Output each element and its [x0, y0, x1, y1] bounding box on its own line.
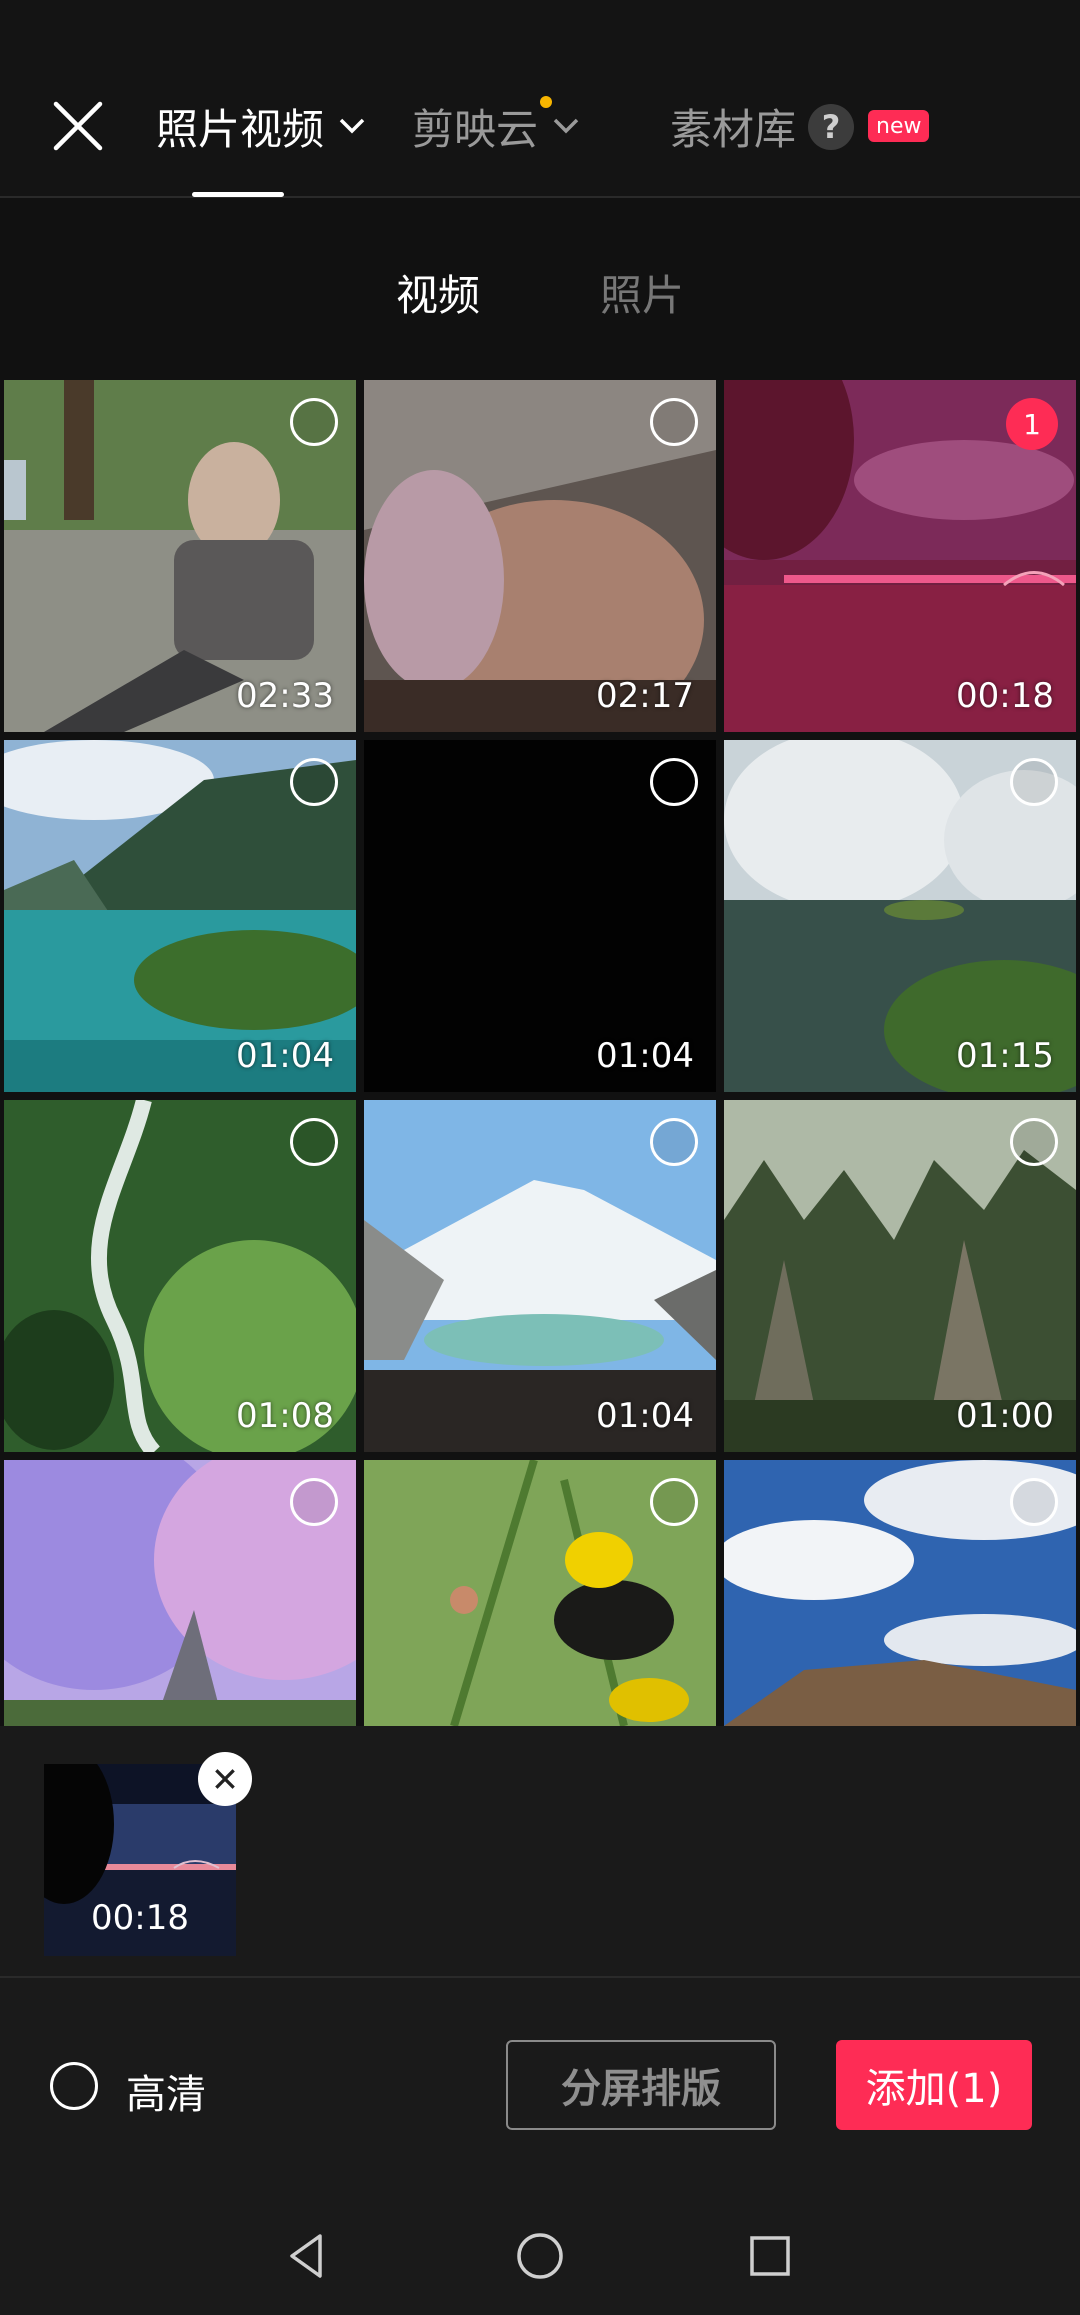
hd-label: 高清	[126, 2072, 206, 2118]
media-tile[interactable]: 1 00:18	[724, 380, 1076, 732]
video-duration: 01:00	[956, 1396, 1054, 1436]
add-button[interactable]: 添加(1)	[836, 2040, 1032, 2130]
select-circle[interactable]	[650, 1118, 698, 1166]
close-icon	[215, 1769, 235, 1789]
media-tile[interactable]: 02:17	[364, 380, 716, 732]
chevron-down-icon	[339, 118, 365, 134]
select-circle[interactable]	[290, 1478, 338, 1526]
video-duration: 02:17	[596, 676, 694, 716]
video-duration: 01:08	[236, 1396, 334, 1436]
bottom-bar: 高清 分屏排版 添加(1)	[0, 1978, 1080, 2315]
system-nav-bar	[0, 2206, 1080, 2296]
media-tile[interactable]: 01:04	[4, 740, 356, 1092]
media-tile[interactable]	[364, 1460, 716, 1726]
video-duration: 00:18	[91, 1898, 189, 1938]
active-tab-indicator	[192, 192, 284, 197]
select-circle[interactable]	[290, 398, 338, 446]
media-tile[interactable]: 01:08	[4, 1100, 356, 1452]
remove-selection-button[interactable]	[198, 1752, 252, 1806]
home-icon[interactable]	[510, 2226, 570, 2286]
media-tile[interactable]: 02:33	[4, 380, 356, 732]
video-duration: 01:15	[956, 1036, 1054, 1076]
video-duration: 00:18	[956, 676, 1054, 716]
recents-icon[interactable]	[740, 2226, 800, 2286]
video-duration: 01:04	[236, 1036, 334, 1076]
media-tile[interactable]: 01:04	[364, 1100, 716, 1452]
video-duration: 01:04	[596, 1396, 694, 1436]
media-tile[interactable]	[4, 1460, 356, 1726]
video-duration: 01:04	[596, 1036, 694, 1076]
top-bar: 照片视频 剪映云 素材库 ? new	[0, 0, 1080, 198]
select-circle[interactable]	[290, 758, 338, 806]
subtab-video[interactable]: 视频	[396, 262, 480, 323]
select-circle[interactable]	[290, 1118, 338, 1166]
select-circle[interactable]	[650, 1478, 698, 1526]
media-tile[interactable]: 01:15	[724, 740, 1076, 1092]
select-circle[interactable]	[650, 758, 698, 806]
tab-label: 素材库	[670, 104, 797, 154]
hd-radio[interactable]	[50, 2062, 98, 2110]
new-badge: new	[868, 110, 930, 142]
media-tile[interactable]: 01:00	[724, 1100, 1076, 1452]
subtab-photo[interactable]: 照片	[600, 262, 684, 323]
tab-label: 剪映云	[412, 104, 539, 154]
close-icon[interactable]	[48, 96, 108, 156]
tab-label: 照片视频	[156, 104, 325, 154]
selection-number[interactable]: 1	[1006, 398, 1058, 450]
video-duration: 02:33	[236, 676, 334, 716]
media-tile[interactable]	[724, 1460, 1076, 1726]
chevron-down-icon	[553, 118, 579, 134]
select-circle[interactable]	[1010, 1478, 1058, 1526]
selected-strip: 00:18	[0, 1726, 1080, 1978]
tab-library[interactable]: 素材库	[670, 96, 796, 156]
back-icon[interactable]	[278, 2226, 338, 2286]
tab-photos-videos[interactable]: 照片视频	[156, 96, 366, 156]
help-icon[interactable]: ?	[808, 104, 854, 150]
split-screen-button[interactable]: 分屏排版	[506, 2040, 776, 2130]
media-tile[interactable]: 01:04	[364, 740, 716, 1092]
select-circle[interactable]	[1010, 758, 1058, 806]
notification-dot	[540, 96, 552, 108]
select-circle[interactable]	[1010, 1118, 1058, 1166]
select-circle[interactable]	[650, 398, 698, 446]
tab-cloud[interactable]: 剪映云	[412, 96, 580, 156]
